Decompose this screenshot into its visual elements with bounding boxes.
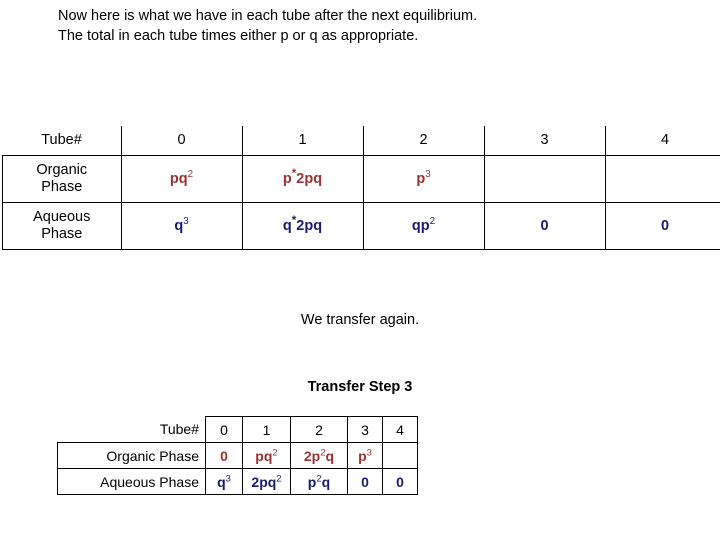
summary-header-row: Tube# 0 1 2 3 4 xyxy=(57,416,418,443)
row-label-aqueous-line-1: Aqueous xyxy=(33,209,91,225)
cell-aqueous-tube-4: 0 xyxy=(604,202,720,250)
cell-organic-tube-0: pq2 xyxy=(120,155,243,203)
cell-organic-tube-3 xyxy=(483,155,606,203)
summary-header-cell-tube-2: 2 xyxy=(290,416,348,443)
cell-aqueous-tube-2: qp2 xyxy=(362,202,485,250)
header-cell-tube-1: 1 xyxy=(241,126,364,156)
summary-row-label-aqueous: Aqueous Phase xyxy=(57,468,206,495)
row-label-organic-phase: Organic Phase xyxy=(2,155,122,203)
caption-we-transfer-again: We transfer again. xyxy=(300,312,420,328)
summary-row-label-organic: Organic Phase xyxy=(57,442,206,469)
header-cell-tube-0: 0 xyxy=(120,126,243,156)
summary-cell-organic-tube-3: p3 xyxy=(347,442,383,469)
summary-header-cell-tube-1: 1 xyxy=(242,416,291,443)
header-cell-tube-number: Tube# xyxy=(2,126,122,156)
table-row-aqueous-phase: Aqueous Phase q3 q*2pq qp2 0 0 xyxy=(2,202,720,250)
summary-cell-aqueous-tube-4: 0 xyxy=(382,468,418,495)
summary-cell-aqueous-tube-2: p2q xyxy=(290,468,348,495)
cell-aqueous-tube-0: q3 xyxy=(120,202,243,250)
intro-paragraph: Now here is what we have in each tube af… xyxy=(58,6,688,46)
header-cell-tube-4: 4 xyxy=(604,126,720,156)
summary-header-cell-tube-3: 3 xyxy=(347,416,383,443)
cell-organic-tube-4 xyxy=(604,155,720,203)
summary-cell-organic-tube-2: 2p2q xyxy=(290,442,348,469)
summary-row-aqueous-phase: Aqueous Phase q3 2pq2 p2q 0 0 xyxy=(57,468,418,495)
cell-aqueous-tube-3: 0 xyxy=(483,202,606,250)
row-label-aqueous-phase: Aqueous Phase xyxy=(2,202,122,250)
row-label-aqueous-line-2: Phase xyxy=(41,226,83,242)
header-cell-tube-2: 2 xyxy=(362,126,485,156)
equilibrium-table: Tube# 0 1 2 3 4 Organic Phase pq2 p*2pq … xyxy=(2,126,720,250)
cell-organic-tube-1: p*2pq xyxy=(241,155,364,203)
summary-cell-organic-tube-1: pq2 xyxy=(242,442,291,469)
summary-header-cell-tube-number: Tube# xyxy=(57,416,206,443)
cell-organic-tube-2: p3 xyxy=(362,155,485,203)
summary-cell-aqueous-tube-0: q3 xyxy=(205,468,243,495)
summary-cell-organic-tube-0: 0 xyxy=(205,442,243,469)
intro-line-1: Now here is what we have in each tube af… xyxy=(58,8,478,24)
row-label-organic-line-2: Phase xyxy=(41,179,83,195)
table-header-row: Tube# 0 1 2 3 4 xyxy=(2,126,720,156)
summary-header-cell-tube-4: 4 xyxy=(382,416,418,443)
table-row-organic-phase: Organic Phase pq2 p*2pq p3 xyxy=(2,155,720,203)
transfer-step-3-table: Tube# 0 1 2 3 4 Organic Phase 0 pq2 2p2q… xyxy=(57,416,418,495)
summary-row-organic-phase: Organic Phase 0 pq2 2p2q p3 xyxy=(57,442,418,469)
caption-transfer-step-3: Transfer Step 3 xyxy=(307,379,413,395)
summary-cell-aqueous-tube-3: 0 xyxy=(347,468,383,495)
header-cell-tube-3: 3 xyxy=(483,126,606,156)
cell-aqueous-tube-1: q*2pq xyxy=(241,202,364,250)
summary-header-cell-tube-0: 0 xyxy=(205,416,243,443)
summary-cell-organic-tube-4 xyxy=(382,442,418,469)
summary-cell-aqueous-tube-1: 2pq2 xyxy=(242,468,291,495)
intro-line-2: The total in each tube times either p or… xyxy=(58,28,419,44)
row-label-organic-line-1: Organic xyxy=(36,162,88,178)
